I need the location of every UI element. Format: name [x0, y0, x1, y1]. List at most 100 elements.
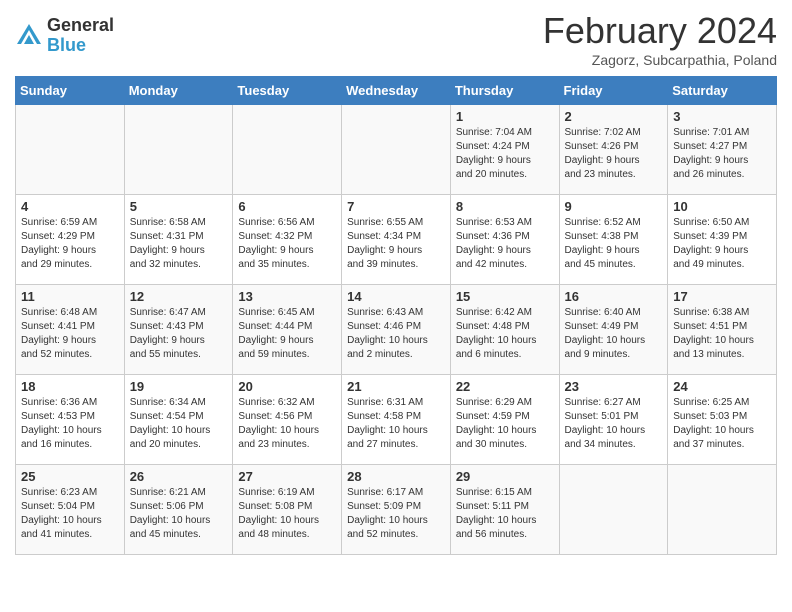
day-number: 27 [238, 469, 336, 484]
logo-general: General [47, 16, 114, 36]
day-number: 22 [456, 379, 554, 394]
calendar-cell: 6 Sunrise: 6:56 AM Sunset: 4:32 PM Daylig… [233, 195, 342, 285]
calendar-week-2: 11 Sunrise: 6:48 AM Sunset: 4:41 PM Dayli… [16, 285, 777, 375]
day-number: 14 [347, 289, 445, 304]
day-info: Sunrise: 6:15 AM Sunset: 5:11 PM Dayligh… [456, 486, 554, 542]
calendar-week-3: 18 Sunrise: 6:36 AM Sunset: 4:53 PM Dayli… [16, 375, 777, 465]
calendar-cell: 1 Sunrise: 7:04 AM Sunset: 4:24 PM Daylig… [450, 105, 559, 195]
calendar-cell [233, 105, 342, 195]
calendar-cell: 28 Sunrise: 6:17 AM Sunset: 5:09 PM Dayli… [342, 465, 451, 555]
day-info: Sunrise: 6:58 AM Sunset: 4:31 PM Dayligh… [130, 216, 228, 272]
day-number: 1 [456, 109, 554, 124]
day-number: 8 [456, 199, 554, 214]
day-number: 17 [673, 289, 771, 304]
day-info: Sunrise: 6:36 AM Sunset: 4:53 PM Dayligh… [21, 396, 119, 452]
day-info: Sunrise: 6:27 AM Sunset: 5:01 PM Dayligh… [565, 396, 663, 452]
day-number: 21 [347, 379, 445, 394]
day-info: Sunrise: 6:32 AM Sunset: 4:56 PM Dayligh… [238, 396, 336, 452]
header-cell-friday: Friday [559, 77, 668, 105]
day-info: Sunrise: 6:40 AM Sunset: 4:49 PM Dayligh… [565, 306, 663, 362]
logo: General Blue [15, 16, 114, 56]
header-cell-saturday: Saturday [668, 77, 777, 105]
calendar-cell: 9Sunrise: 6:52 AM Sunset: 4:38 PM Daylig… [559, 195, 668, 285]
calendar-cell [16, 105, 125, 195]
calendar-cell: 16Sunrise: 6:40 AM Sunset: 4:49 PM Dayli… [559, 285, 668, 375]
day-number: 15 [456, 289, 554, 304]
day-info: Sunrise: 6:21 AM Sunset: 5:06 PM Dayligh… [130, 486, 228, 542]
day-info: Sunrise: 6:56 AM Sunset: 4:32 PM Dayligh… [238, 216, 336, 272]
day-info: Sunrise: 6:48 AM Sunset: 4:41 PM Dayligh… [21, 306, 119, 362]
calendar-cell: 22 Sunrise: 6:29 AM Sunset: 4:59 PM Dayli… [450, 375, 559, 465]
day-info: Sunrise: 6:52 AM Sunset: 4:38 PM Dayligh… [565, 216, 663, 272]
calendar-body: 1 Sunrise: 7:04 AM Sunset: 4:24 PM Daylig… [16, 105, 777, 555]
day-number: 3 [673, 109, 771, 124]
calendar-cell: 8 Sunrise: 6:53 AM Sunset: 4:36 PM Daylig… [450, 195, 559, 285]
day-info: Sunrise: 6:45 AM Sunset: 4:44 PM Dayligh… [238, 306, 336, 362]
day-info: Sunrise: 6:19 AM Sunset: 5:08 PM Dayligh… [238, 486, 336, 542]
calendar-header: SundayMondayTuesdayWednesdayThursdayFrid… [16, 77, 777, 105]
day-number: 28 [347, 469, 445, 484]
day-info: Sunrise: 6:29 AM Sunset: 4:59 PM Dayligh… [456, 396, 554, 452]
day-info: Sunrise: 6:55 AM Sunset: 4:34 PM Dayligh… [347, 216, 445, 272]
calendar-cell: 25Sunrise: 6:23 AM Sunset: 5:04 PM Dayli… [16, 465, 125, 555]
calendar-cell: 20 Sunrise: 6:32 AM Sunset: 4:56 PM Dayli… [233, 375, 342, 465]
page-header: General Blue February 2024 Zagorz, Subca… [15, 10, 777, 68]
day-info: Sunrise: 7:04 AM Sunset: 4:24 PM Dayligh… [456, 126, 554, 182]
calendar-cell: 7 Sunrise: 6:55 AM Sunset: 4:34 PM Daylig… [342, 195, 451, 285]
calendar-cell: 17 Sunrise: 6:38 AM Sunset: 4:51 PM Dayli… [668, 285, 777, 375]
day-info: Sunrise: 6:47 AM Sunset: 4:43 PM Dayligh… [130, 306, 228, 362]
day-info: Sunrise: 6:31 AM Sunset: 4:58 PM Dayligh… [347, 396, 445, 452]
day-info: Sunrise: 7:02 AM Sunset: 4:26 PM Dayligh… [565, 126, 663, 182]
day-number: 6 [238, 199, 336, 214]
title-block: February 2024 Zagorz, Subcarpathia, Pola… [543, 10, 777, 68]
header-cell-thursday: Thursday [450, 77, 559, 105]
calendar-cell: 27 Sunrise: 6:19 AM Sunset: 5:08 PM Dayli… [233, 465, 342, 555]
calendar-cell: 13 Sunrise: 6:45 AM Sunset: 4:44 PM Dayli… [233, 285, 342, 375]
header-cell-sunday: Sunday [16, 77, 125, 105]
day-number: 7 [347, 199, 445, 214]
day-number: 10 [673, 199, 771, 214]
header-cell-monday: Monday [124, 77, 233, 105]
calendar-cell: 19 Sunrise: 6:34 AM Sunset: 4:54 PM Dayli… [124, 375, 233, 465]
calendar-week-0: 1 Sunrise: 7:04 AM Sunset: 4:24 PM Daylig… [16, 105, 777, 195]
day-info: Sunrise: 6:38 AM Sunset: 4:51 PM Dayligh… [673, 306, 771, 362]
header-cell-tuesday: Tuesday [233, 77, 342, 105]
location-subtitle: Zagorz, Subcarpathia, Poland [543, 52, 777, 68]
day-number: 2 [565, 109, 663, 124]
calendar-cell [668, 465, 777, 555]
day-info: Sunrise: 6:53 AM Sunset: 4:36 PM Dayligh… [456, 216, 554, 272]
calendar-week-4: 25Sunrise: 6:23 AM Sunset: 5:04 PM Dayli… [16, 465, 777, 555]
logo-text: General Blue [47, 16, 114, 56]
day-number: 29 [456, 469, 554, 484]
calendar-week-1: 4Sunrise: 6:59 AM Sunset: 4:29 PM Daylig… [16, 195, 777, 285]
calendar-cell: 10 Sunrise: 6:50 AM Sunset: 4:39 PM Dayli… [668, 195, 777, 285]
day-number: 20 [238, 379, 336, 394]
calendar-cell: 5 Sunrise: 6:58 AM Sunset: 4:31 PM Daylig… [124, 195, 233, 285]
calendar-cell [559, 465, 668, 555]
logo-icon [15, 22, 43, 50]
day-number: 11 [21, 289, 119, 304]
calendar-cell: 23Sunrise: 6:27 AM Sunset: 5:01 PM Dayli… [559, 375, 668, 465]
day-number: 18 [21, 379, 119, 394]
calendar-cell: 15 Sunrise: 6:42 AM Sunset: 4:48 PM Dayli… [450, 285, 559, 375]
calendar-cell: 2 Sunrise: 7:02 AM Sunset: 4:26 PM Daylig… [559, 105, 668, 195]
day-number: 24 [673, 379, 771, 394]
calendar-cell: 29 Sunrise: 6:15 AM Sunset: 5:11 PM Dayli… [450, 465, 559, 555]
calendar-cell: 12 Sunrise: 6:47 AM Sunset: 4:43 PM Dayli… [124, 285, 233, 375]
day-info: Sunrise: 7:01 AM Sunset: 4:27 PM Dayligh… [673, 126, 771, 182]
day-number: 5 [130, 199, 228, 214]
header-row: SundayMondayTuesdayWednesdayThursdayFrid… [16, 77, 777, 105]
day-info: Sunrise: 6:43 AM Sunset: 4:46 PM Dayligh… [347, 306, 445, 362]
calendar-cell: 11 Sunrise: 6:48 AM Sunset: 4:41 PM Dayli… [16, 285, 125, 375]
day-info: Sunrise: 6:23 AM Sunset: 5:04 PM Dayligh… [21, 486, 119, 542]
day-info: Sunrise: 6:34 AM Sunset: 4:54 PM Dayligh… [130, 396, 228, 452]
day-number: 19 [130, 379, 228, 394]
calendar-cell [124, 105, 233, 195]
day-number: 12 [130, 289, 228, 304]
day-info: Sunrise: 6:42 AM Sunset: 4:48 PM Dayligh… [456, 306, 554, 362]
header-cell-wednesday: Wednesday [342, 77, 451, 105]
day-info: Sunrise: 6:17 AM Sunset: 5:09 PM Dayligh… [347, 486, 445, 542]
day-info: Sunrise: 6:50 AM Sunset: 4:39 PM Dayligh… [673, 216, 771, 272]
day-number: 13 [238, 289, 336, 304]
calendar-cell: 3 Sunrise: 7:01 AM Sunset: 4:27 PM Daylig… [668, 105, 777, 195]
